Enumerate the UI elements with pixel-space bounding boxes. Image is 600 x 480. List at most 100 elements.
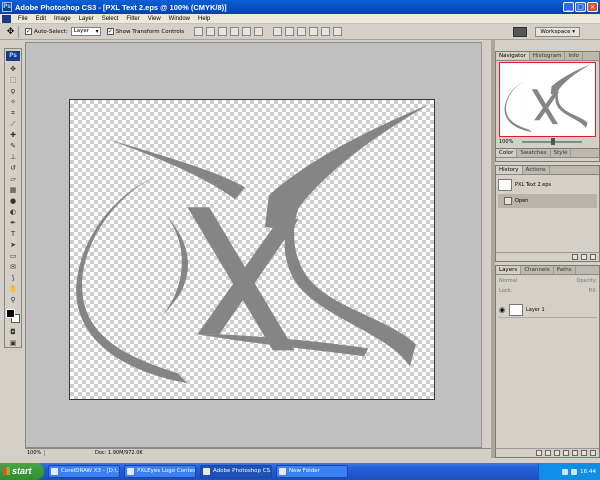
align-right-icon[interactable] xyxy=(254,27,264,36)
distribute-center-icon[interactable] xyxy=(321,27,331,36)
document-info[interactable]: Doc: 1.90M/972.0K xyxy=(95,450,143,456)
adjustment-layer-icon[interactable] xyxy=(563,450,569,456)
layer-row[interactable]: ◉ Layer 1 xyxy=(498,302,597,318)
menu-select[interactable]: Select xyxy=(98,16,123,22)
new-document-icon[interactable] xyxy=(572,254,578,260)
crop-icon[interactable]: ⌗ xyxy=(6,108,20,118)
align-left-icon[interactable] xyxy=(230,27,240,36)
eye-icon[interactable]: ◉ xyxy=(498,306,506,314)
move-tool-preset-icon[interactable]: ✥ xyxy=(3,25,19,38)
new-layer-icon[interactable] xyxy=(581,450,587,456)
brush-icon[interactable]: ✎ xyxy=(6,141,20,151)
tab-history[interactable]: History xyxy=(496,166,523,174)
wand-icon[interactable]: ✧ xyxy=(6,97,20,107)
tab-paths[interactable]: Paths xyxy=(554,266,576,274)
align-top-icon[interactable] xyxy=(194,27,204,36)
history-brush-icon[interactable]: ↺ xyxy=(6,163,20,173)
link-layers-icon[interactable] xyxy=(536,450,542,456)
blend-mode-dropdown[interactable]: Normal xyxy=(499,278,517,286)
menu-image[interactable]: Image xyxy=(50,16,75,22)
hand-icon[interactable]: ✋ xyxy=(6,284,20,294)
clock[interactable]: 16:44 xyxy=(580,469,596,475)
task-pxleyes-browser[interactable]: PXLEyes Logo Contest... xyxy=(124,465,196,478)
zoom-level[interactable]: 100% xyxy=(25,449,45,456)
trash-icon[interactable] xyxy=(590,254,596,260)
fill-label[interactable]: Fill: xyxy=(589,288,597,296)
notes-icon[interactable]: ✉ xyxy=(6,262,20,272)
navigator-view-box[interactable] xyxy=(499,62,596,137)
distribute-bottom-icon[interactable] xyxy=(297,27,307,36)
distribute-right-icon[interactable] xyxy=(333,27,343,36)
navigator-zoom-knob[interactable] xyxy=(551,138,555,145)
volume-icon[interactable] xyxy=(571,468,578,475)
marquee-icon[interactable]: ⬚ xyxy=(6,75,20,85)
tab-styles[interactable]: Style xyxy=(551,149,572,157)
gradient-icon[interactable]: ▦ xyxy=(6,185,20,195)
color-swatches[interactable] xyxy=(6,309,20,323)
quick-mask-icon[interactable]: ◘ xyxy=(6,327,20,337)
bridge-icon[interactable] xyxy=(513,26,528,37)
layer-mask-icon[interactable] xyxy=(554,450,560,456)
maximize-button[interactable]: □ xyxy=(575,2,586,12)
tab-color[interactable]: Color xyxy=(496,149,518,157)
tab-info[interactable]: Info xyxy=(565,52,583,60)
type-icon[interactable]: T xyxy=(6,229,20,239)
lasso-icon[interactable]: ϙ xyxy=(6,86,20,96)
distribute-top-icon[interactable] xyxy=(273,27,283,36)
menu-layer[interactable]: Layer xyxy=(75,16,98,22)
align-center-icon[interactable] xyxy=(242,27,252,36)
ps-menu-icon[interactable] xyxy=(2,14,11,23)
workspace-button[interactable]: Workspace ▾ xyxy=(535,26,580,37)
align-bottom-icon[interactable] xyxy=(218,27,228,36)
opacity-label[interactable]: Opacity: xyxy=(576,278,597,286)
menu-help[interactable]: Help xyxy=(194,16,214,22)
slice-icon[interactable]: ⟋ xyxy=(6,119,20,129)
network-icon[interactable] xyxy=(562,468,569,475)
dodge-icon[interactable]: ◐ xyxy=(6,207,20,217)
menu-filter[interactable]: Filter xyxy=(122,16,143,22)
tab-swatches[interactable]: Swatches xyxy=(517,149,551,157)
tab-navigator[interactable]: Navigator xyxy=(496,52,530,60)
distribute-left-icon[interactable] xyxy=(309,27,319,36)
start-button[interactable]: start xyxy=(0,463,44,480)
auto-select-checkbox[interactable]: ✓ xyxy=(25,28,32,35)
auto-select-dropdown[interactable]: Layer xyxy=(70,27,101,36)
document-canvas[interactable] xyxy=(69,99,435,400)
delete-layer-icon[interactable] xyxy=(590,450,596,456)
task-photoshop[interactable]: Adobe Photoshop CS... xyxy=(200,465,272,478)
align-middle-icon[interactable] xyxy=(206,27,216,36)
tab-actions[interactable]: Actions xyxy=(523,166,550,174)
transform-controls-checkbox[interactable]: ✓ xyxy=(106,28,114,35)
history-item[interactable]: Open xyxy=(498,194,597,208)
foreground-color-swatch[interactable] xyxy=(6,309,15,318)
close-button[interactable]: × xyxy=(587,2,598,12)
layer-style-icon[interactable] xyxy=(545,450,551,456)
tab-layers[interactable]: Layers xyxy=(496,266,522,274)
menu-file[interactable]: File xyxy=(14,16,32,22)
navigator-zoom[interactable]: 100% xyxy=(499,139,513,145)
tab-channels[interactable]: Channels xyxy=(521,266,554,274)
pen-icon[interactable]: ✒ xyxy=(6,218,20,228)
menu-view[interactable]: View xyxy=(144,16,165,22)
new-group-icon[interactable] xyxy=(572,450,578,456)
move-icon[interactable]: ✥ xyxy=(6,64,20,74)
shape-icon[interactable]: ▭ xyxy=(6,251,20,261)
healing-icon[interactable]: ✚ xyxy=(6,130,20,140)
zoom-icon[interactable]: ⚲ xyxy=(6,295,20,305)
blur-icon[interactable]: ● xyxy=(6,196,20,206)
screen-mode-icon[interactable]: ▣ xyxy=(6,338,20,348)
eyedropper-icon[interactable]: ⟆ xyxy=(6,273,20,283)
eraser-icon[interactable]: ▱ xyxy=(6,174,20,184)
minimize-button[interactable]: _ xyxy=(563,2,574,12)
history-snapshot[interactable]: PXL Text 2.eps xyxy=(498,178,597,192)
task-coreldraw[interactable]: CorelDRAW X3 - [D:\... xyxy=(48,465,120,478)
menu-window[interactable]: Window xyxy=(165,16,194,22)
task-new-folder[interactable]: New Folder xyxy=(276,465,348,478)
path-select-icon[interactable]: ➤ xyxy=(6,240,20,250)
distribute-middle-icon[interactable] xyxy=(285,27,295,36)
new-snapshot-icon[interactable] xyxy=(581,254,587,260)
menu-edit[interactable]: Edit xyxy=(32,16,50,22)
stamp-icon[interactable]: ⊥ xyxy=(6,152,20,162)
document-scrollbar[interactable] xyxy=(481,42,491,448)
tab-histogram[interactable]: Histogram xyxy=(530,52,566,60)
